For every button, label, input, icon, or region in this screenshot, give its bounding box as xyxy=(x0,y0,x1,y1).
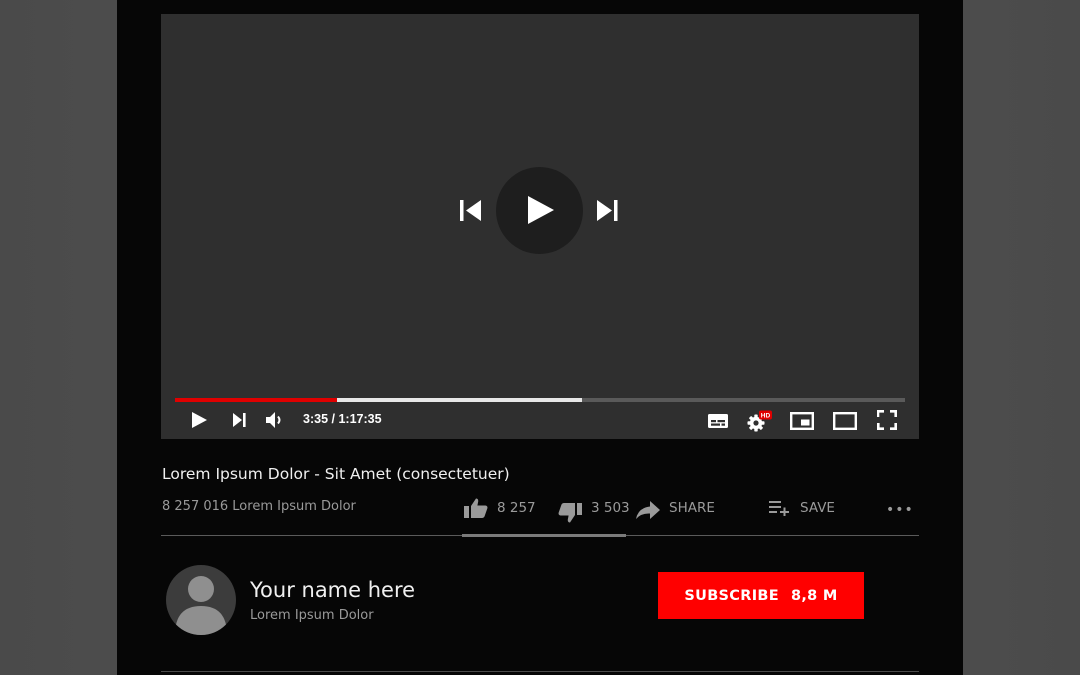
save-label: SAVE xyxy=(800,500,835,516)
thumbs-up-icon xyxy=(464,498,488,518)
progress-bar[interactable] xyxy=(175,398,905,402)
hd-badge-label: HD xyxy=(761,413,771,420)
fullscreen-icon[interactable] xyxy=(876,410,897,434)
channel-name[interactable]: Your name here xyxy=(250,578,415,602)
channel-subtitle: Lorem Ipsum Dolor xyxy=(250,608,374,623)
subscribe-button[interactable]: SUBSCRIBE 8,8 M xyxy=(658,572,864,619)
view-count: 8 257 016 Lorem Ipsum Dolor xyxy=(162,499,356,514)
save-button[interactable]: SAVE xyxy=(769,495,835,521)
center-controls xyxy=(161,14,919,439)
share-button[interactable]: SHARE xyxy=(635,495,715,521)
thumbs-down-icon xyxy=(558,503,582,523)
video-page: 3:35 / 1:17:35 HD Lorem Ipsum Dolor - Si… xyxy=(117,0,963,675)
like-button[interactable]: 8 257 xyxy=(463,495,536,521)
theater-mode-icon[interactable] xyxy=(833,412,858,434)
miniplayer-icon[interactable] xyxy=(790,412,815,434)
current-time: 3:35 xyxy=(303,412,329,426)
video-player[interactable]: 3:35 / 1:17:35 HD xyxy=(161,14,919,439)
dislike-count: 3 503 xyxy=(591,500,630,516)
like-count: 8 257 xyxy=(497,500,536,516)
user-avatar-icon xyxy=(175,576,227,635)
playlist-add-icon xyxy=(769,501,789,516)
play-icon xyxy=(528,196,554,224)
subscriber-count: 8,8 M xyxy=(790,587,838,604)
more-options-button[interactable]: ••• xyxy=(886,497,914,523)
skip-previous-icon[interactable] xyxy=(457,197,485,225)
progress-played xyxy=(175,398,338,402)
bottom-divider xyxy=(161,671,919,672)
skip-next-icon[interactable] xyxy=(231,411,249,433)
skip-next-icon[interactable] xyxy=(593,197,621,225)
settings-icon[interactable]: HD xyxy=(747,410,773,432)
share-icon xyxy=(636,501,660,519)
time-display: 3:35 / 1:17:35 xyxy=(303,412,382,426)
share-label: SHARE xyxy=(669,500,715,516)
dislike-button[interactable]: 3 503 xyxy=(557,495,630,523)
subtitles-icon[interactable] xyxy=(707,413,729,433)
avatar[interactable] xyxy=(166,565,236,635)
center-play-button[interactable] xyxy=(496,167,583,254)
subscribe-label: SUBSCRIBE xyxy=(684,587,779,604)
sentiment-bar xyxy=(462,534,626,537)
time-separator: / xyxy=(328,412,339,426)
video-title: Lorem Ipsum Dolor - Sit Amet (consectetu… xyxy=(162,465,510,483)
play-icon[interactable] xyxy=(189,410,209,434)
volume-icon[interactable] xyxy=(265,411,287,433)
duration: 1:17:35 xyxy=(338,412,382,426)
more-options-icon: ••• xyxy=(886,502,914,518)
